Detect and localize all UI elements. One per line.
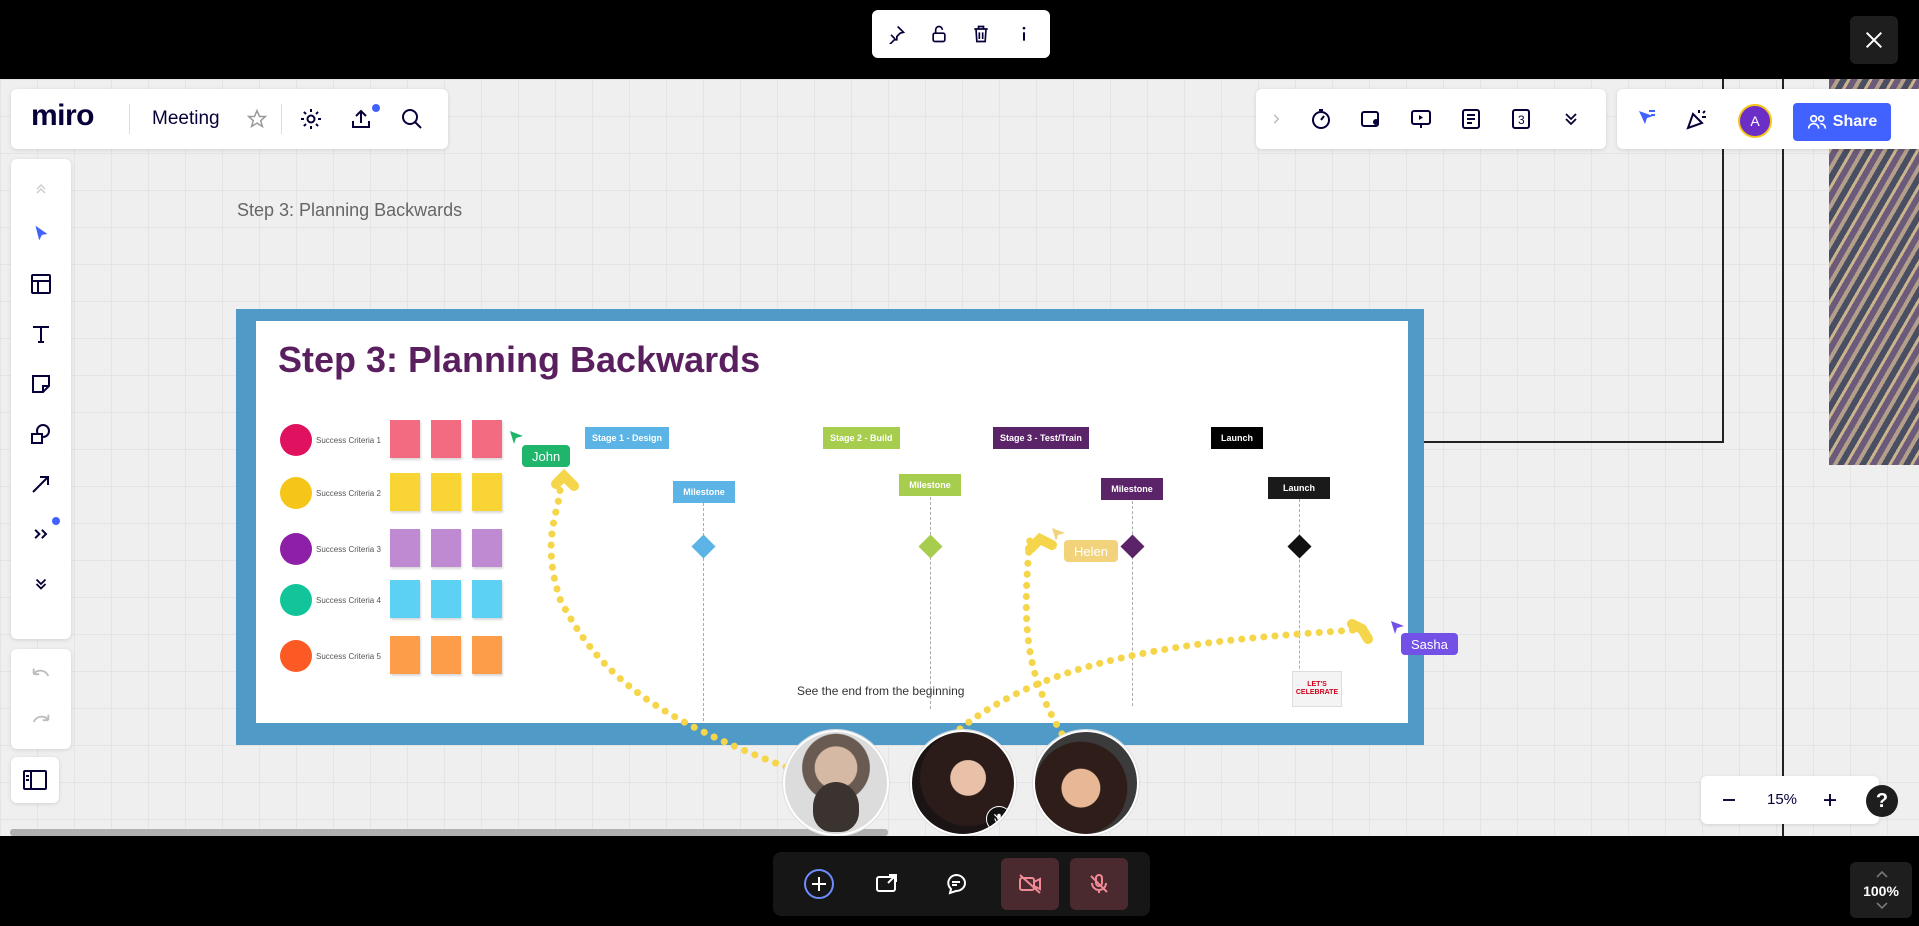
export-upload-icon[interactable]	[346, 104, 380, 134]
share-label: Share	[1832, 113, 1878, 130]
undo-redo-panel	[11, 649, 71, 749]
video-chat-icon[interactable]	[1356, 104, 1386, 134]
share-screen-icon[interactable]	[867, 864, 907, 904]
trash-icon[interactable]	[967, 20, 995, 48]
more-tools-icon[interactable]	[26, 517, 60, 549]
muted-mic-icon	[986, 806, 1012, 832]
info-icon[interactable]	[1010, 20, 1038, 48]
user-avatar[interactable]: A	[1738, 104, 1772, 138]
zoom-up-icon	[1876, 870, 1888, 878]
cursor-follow-icon[interactable]	[1632, 104, 1662, 134]
settings-gear-icon[interactable]	[296, 104, 326, 134]
help-question-mark: ?	[1875, 789, 1889, 812]
close-icon[interactable]	[1850, 16, 1898, 64]
text-icon[interactable]	[26, 319, 56, 349]
adjacent-frame-border	[1782, 79, 1784, 836]
presentation-icon[interactable]	[1406, 104, 1436, 134]
cursor-trails	[547, 468, 1374, 771]
header-divider	[281, 104, 282, 134]
mic-off-icon[interactable]	[1070, 858, 1128, 910]
search-icon[interactable]	[397, 104, 427, 134]
collaboration-tools-panel: 3	[1256, 89, 1606, 149]
participant-avatar-1[interactable]	[783, 730, 889, 836]
zoom-out-icon[interactable]	[1715, 786, 1743, 814]
star-icon[interactable]	[244, 106, 270, 132]
svg-text:3: 3	[1518, 113, 1525, 127]
cursor-pointer-helen	[1052, 528, 1065, 541]
chat-icon[interactable]	[936, 864, 976, 904]
object-toolbar	[872, 10, 1050, 58]
call-controls-bar	[773, 852, 1150, 916]
share-panel: A Share	[1617, 89, 1919, 149]
share-button[interactable]: Share	[1793, 103, 1891, 141]
miro-logo[interactable]: miro	[31, 99, 95, 133]
lock-icon[interactable]	[925, 20, 953, 48]
zoom-level[interactable]: 15%	[1767, 791, 1797, 808]
voting-icon[interactable]: 3	[1506, 104, 1536, 134]
redo-icon[interactable]	[26, 707, 56, 737]
help-icon[interactable]: ?	[1866, 785, 1898, 817]
undo-icon[interactable]	[26, 661, 56, 691]
shapes-icon[interactable]	[26, 419, 56, 449]
user-avatar-initial: A	[1750, 113, 1760, 129]
share-users-icon	[1807, 114, 1826, 129]
add-icon[interactable]	[799, 864, 839, 904]
expand-toolbar-icon[interactable]	[26, 569, 56, 599]
board-title[interactable]: Meeting	[152, 108, 220, 130]
cursor-tag-helen: Helen	[1064, 540, 1118, 562]
view-zoom-level: 100%	[1863, 883, 1899, 899]
participant-avatar-3[interactable]	[1033, 730, 1139, 836]
avatar-beard	[813, 782, 859, 832]
camera-off-icon[interactable]	[1001, 858, 1059, 910]
templates-icon[interactable]	[26, 269, 56, 299]
sidebar-toggle-icon	[20, 765, 50, 795]
participant-avatar-2[interactable]	[910, 730, 1016, 836]
chevron-double-down-icon[interactable]	[1556, 104, 1586, 134]
notification-dot	[372, 104, 380, 112]
zoom-down-icon	[1876, 902, 1888, 910]
left-toolbar	[11, 159, 71, 639]
board-panel-toggle[interactable]	[11, 757, 59, 803]
toolbar-collapse-up-icon[interactable]	[26, 177, 56, 201]
timer-icon[interactable]	[1306, 104, 1336, 134]
board-canvas[interactable]: Step 3: Planning Backwards Step 3: Plann…	[0, 79, 1919, 836]
sticky-note-icon[interactable]	[26, 369, 56, 399]
view-zoom-panel[interactable]: 100%	[1850, 862, 1912, 918]
pin-icon[interactable]	[882, 20, 910, 48]
cursor-tag-sasha: Sasha	[1401, 633, 1458, 655]
notes-icon[interactable]	[1456, 104, 1486, 134]
pen-arrow-icon[interactable]	[26, 469, 56, 499]
chevron-right-icon[interactable]	[1264, 107, 1288, 131]
zoom-panel: 15%	[1701, 776, 1879, 824]
cursor-tag-john: John	[522, 445, 571, 467]
logo-divider	[129, 104, 130, 134]
horizontal-scrollbar[interactable]	[10, 829, 888, 836]
zoom-in-icon[interactable]	[1816, 786, 1844, 814]
more-tools-dot	[52, 517, 60, 525]
board-header-panel: miro Meeting	[11, 89, 448, 149]
cursor-pointer-john	[510, 431, 523, 444]
celebrate-icon[interactable]	[1682, 104, 1712, 134]
select-icon[interactable]	[26, 219, 56, 249]
